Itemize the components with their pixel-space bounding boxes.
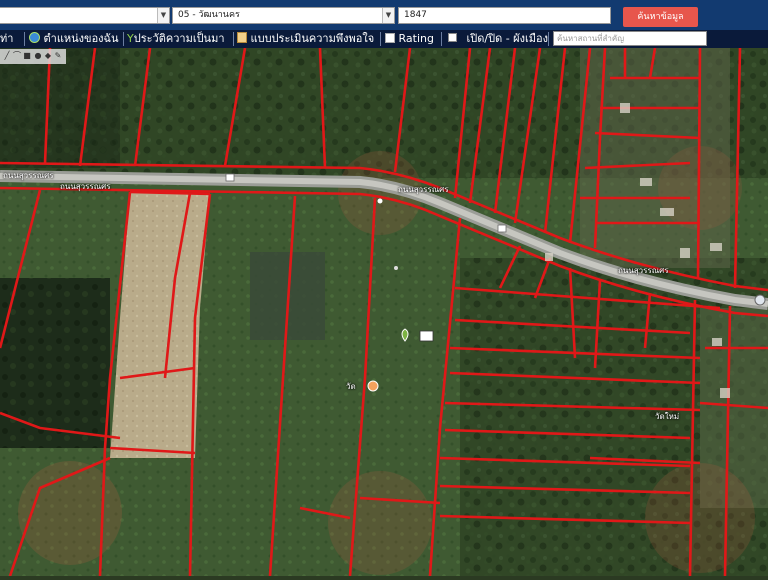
road-label: ถนนสุวรรณศร: [398, 185, 449, 194]
poi-label: วัด: [346, 382, 356, 391]
chart-icon: [385, 33, 395, 43]
sprout-icon: Y: [127, 32, 134, 45]
road-label: ถนนสุวรรณศร: [618, 266, 669, 275]
menu-item-home[interactable]: ท่า: [0, 30, 13, 48]
orange-pin-icon[interactable]: [367, 380, 379, 392]
menu-item-label: ประวัติความเป็นมา: [133, 32, 225, 45]
menu-divider: [548, 32, 549, 46]
road-label: ถนนสุวรรณศร: [60, 182, 111, 191]
poi-label: วัดใหม่: [655, 412, 680, 421]
parcel-number-value: 1847: [404, 10, 427, 20]
notepad-icon: [237, 32, 247, 43]
menu-item-label: ท่า: [0, 32, 14, 45]
menu-item-history[interactable]: Yประวัติความเป็นมา: [127, 30, 225, 48]
search-button[interactable]: ค้นหาข้อมูล: [623, 7, 698, 27]
menu-divider: [233, 32, 234, 46]
district-select[interactable]: 05 - วัฒนานคร ▼: [172, 7, 395, 24]
menu-item-label: เปิด/ปิด - ผังเมือง: [466, 32, 549, 45]
menu-divider: [441, 32, 442, 46]
place-search-input[interactable]: ค้นหาสถานที่สำคัญ: [553, 31, 707, 46]
menu-item-label: ตำแหน่งของฉัน: [43, 32, 119, 45]
menu-divider: [24, 32, 25, 46]
satellite-map[interactable]: [0, 47, 768, 577]
search-bar: ▼ 05 - วัฒนานคร ▼ 1847 ค้นหาข้อมูล: [0, 0, 768, 30]
chevron-down-icon: ▼: [157, 8, 169, 23]
menu-item-label: แบบประเมินความพึงพอใจ: [250, 32, 375, 45]
menu-item-label: Rating: [398, 32, 434, 45]
province-select[interactable]: ▼: [0, 7, 170, 24]
menu-item-my-location[interactable]: ตำแหน่งของฉัน: [29, 30, 119, 48]
parcel-number-input[interactable]: 1847: [398, 7, 611, 24]
info-marker-icon[interactable]: [419, 330, 434, 342]
clear-tool-icon[interactable]: ✎: [53, 51, 63, 61]
point-tool-icon[interactable]: ◆: [43, 51, 53, 61]
road-label: ถนนสุวรรณศร: [3, 171, 54, 180]
menu-item-rating[interactable]: Rating: [385, 30, 434, 48]
square-tool-icon[interactable]: ■: [22, 51, 32, 61]
polyline-tool-icon[interactable]: ⌒: [12, 51, 22, 61]
chevron-down-icon: ▼: [382, 8, 394, 23]
map-canvas[interactable]: [0, 47, 768, 577]
draw-toolbar: ╱ ⌒ ■ ● ◆ ✎: [0, 49, 66, 64]
menu-divider: [123, 32, 124, 46]
line-tool-icon[interactable]: ╱: [2, 51, 12, 61]
circle-tool-icon[interactable]: ●: [33, 51, 43, 61]
menu-item-survey[interactable]: แบบประเมินความพึงพอใจ: [237, 30, 374, 48]
district-select-value: 05 - วัฒนานคร: [178, 10, 240, 20]
checkbox-icon[interactable]: [448, 33, 457, 42]
menu-divider: [380, 32, 381, 46]
menu-item-city-plan-toggle[interactable]: เปิด/ปิด - ผังเมือง: [448, 30, 548, 48]
globe-icon: [29, 32, 40, 43]
